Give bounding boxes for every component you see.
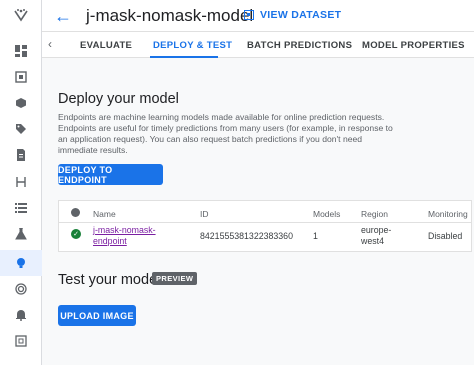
col-monitoring: Monitoring: [428, 209, 468, 219]
tab-batch-predictions[interactable]: BATCH PREDICTIONS: [247, 40, 352, 51]
tab-bar: ‹ EVALUATE DEPLOY & TEST BATCH PREDICTIO…: [42, 32, 474, 58]
training-list-icon[interactable]: [12, 199, 30, 217]
notebooks-icon[interactable]: [12, 146, 30, 164]
datasets-icon[interactable]: [12, 68, 30, 86]
test-section-title: Test your model: [58, 272, 161, 288]
deploy-to-endpoint-button[interactable]: DEPLOY TO ENDPOINT: [58, 164, 163, 185]
deploy-description: Endpoints are machine learning models ma…: [58, 112, 393, 155]
back-arrow-icon[interactable]: ←: [54, 6, 72, 27]
endpoint-name-line2: endpoint: [93, 236, 127, 246]
dataset-icon: [244, 10, 254, 20]
notifications-bell-icon[interactable]: [12, 306, 30, 324]
experiments-flask-icon[interactable]: [12, 225, 30, 243]
endpoints-icon[interactable]: [12, 280, 30, 298]
deploy-section-title: Deploy your model: [58, 91, 179, 107]
models-bulb-icon[interactable]: [12, 254, 30, 272]
table-header-divider: [59, 222, 471, 223]
endpoint-region-line2: west4: [361, 236, 384, 246]
vertex-logo-icon[interactable]: [12, 6, 30, 24]
col-models: Models: [313, 209, 341, 219]
tab-model-properties[interactable]: MODEL PROPERTIES: [362, 40, 465, 51]
endpoint-name-line1: j-mask-nomask-: [93, 225, 156, 235]
endpoint-models-count: 1: [313, 231, 318, 241]
view-dataset-link[interactable]: VIEW DATASET: [244, 9, 341, 21]
preview-badge: PREVIEW: [152, 272, 198, 285]
endpoint-region-line1: europe-: [361, 225, 392, 235]
col-name: Name: [93, 209, 116, 219]
endpoint-region: europe- west4: [361, 225, 391, 247]
endpoints-table: Name ID Models Region Monitoring ✓ j-mas…: [58, 200, 472, 252]
marketplace-icon[interactable]: [12, 332, 30, 350]
view-dataset-label: VIEW DATASET: [260, 9, 342, 21]
pipelines-icon[interactable]: [12, 173, 30, 191]
col-id: ID: [200, 209, 209, 219]
endpoint-monitoring: Disabled: [428, 231, 463, 241]
page-title: j-mask-nomask-model: [86, 6, 254, 25]
endpoint-id: 8421555381322383360: [200, 231, 293, 241]
nav-rail: [0, 0, 42, 365]
status-header-icon: [71, 208, 80, 217]
dashboard-icon[interactable]: [12, 42, 30, 60]
col-region: Region: [361, 209, 388, 219]
page-header: ← j-mask-nomask-model VIEW DATASET: [42, 0, 474, 32]
main-content: Deploy your model Endpoints are machine …: [42, 58, 474, 365]
labeling-tag-icon[interactable]: [12, 120, 30, 138]
chevron-left-icon[interactable]: ‹: [48, 37, 52, 51]
endpoint-name-link[interactable]: j-mask-nomask- endpoint: [93, 225, 156, 247]
tab-evaluate[interactable]: EVALUATE: [80, 40, 132, 51]
status-ok-icon: ✓: [71, 229, 81, 239]
upload-image-button[interactable]: UPLOAD IMAGE: [58, 305, 136, 326]
tab-deploy-test[interactable]: DEPLOY & TEST: [153, 40, 232, 51]
feature-store-icon[interactable]: [12, 94, 30, 112]
